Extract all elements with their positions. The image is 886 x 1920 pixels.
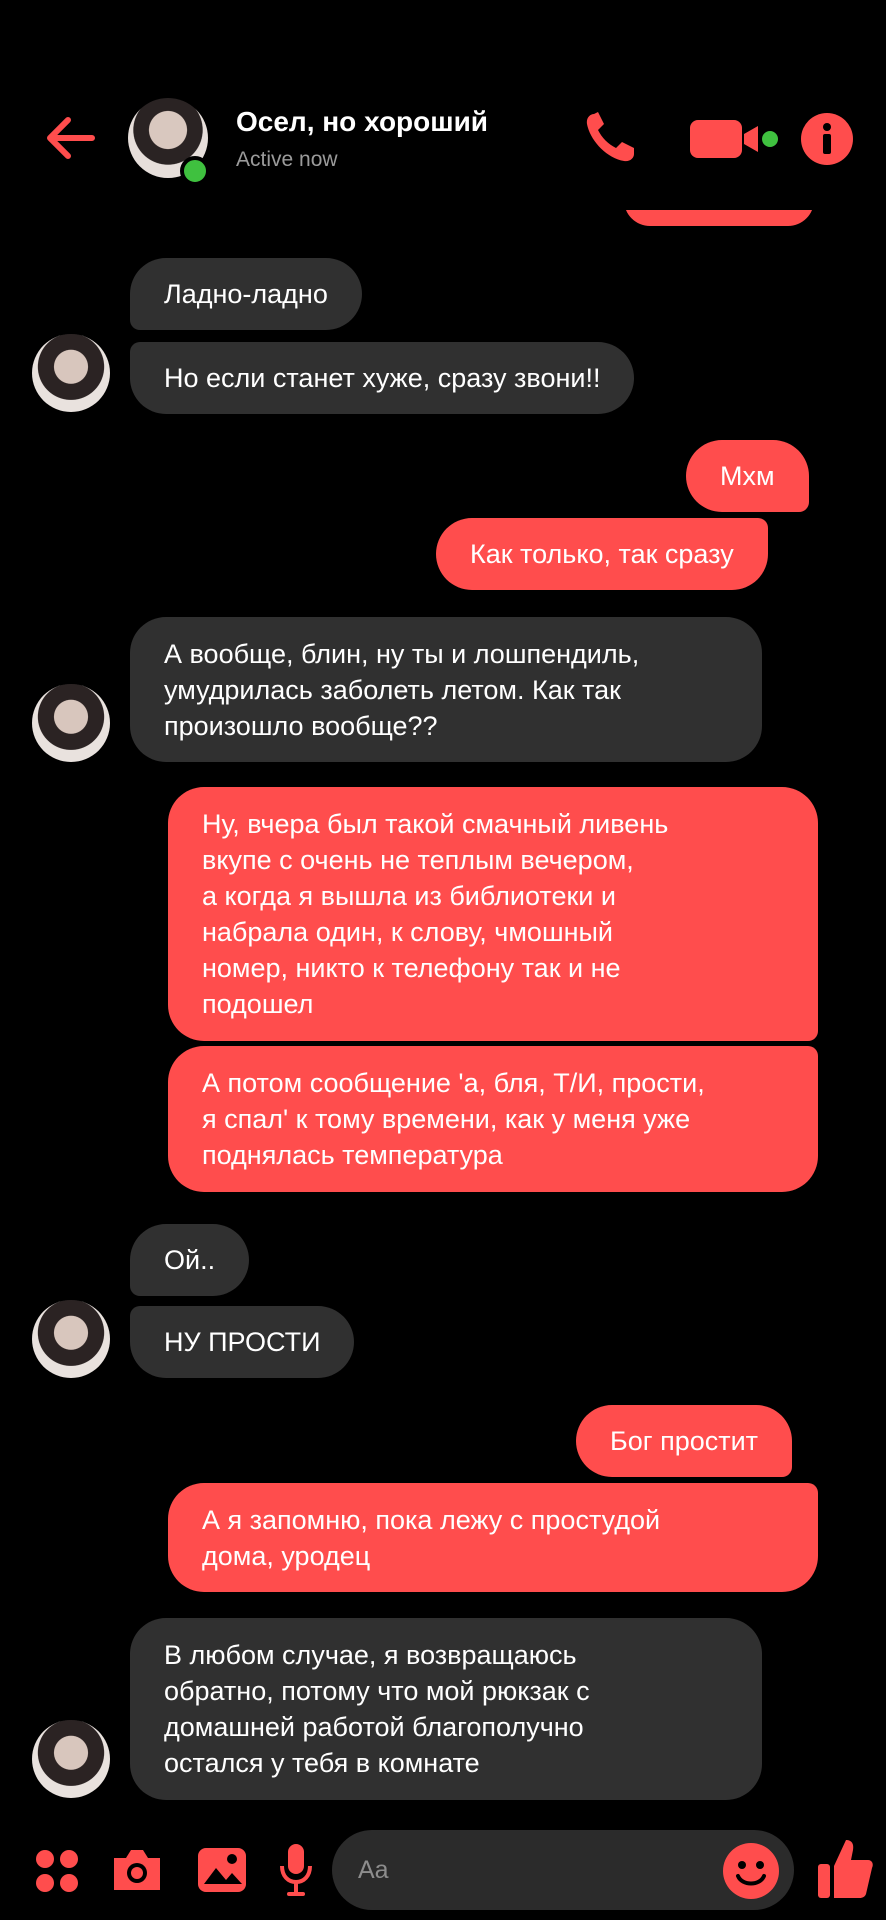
message-outgoing[interactable]: А потом сообщение 'а, бля, Т/И, прости, … bbox=[168, 1046, 818, 1192]
message-outgoing[interactable]: Как только, так сразу bbox=[436, 518, 768, 590]
message-incoming[interactable]: В любом случае, я возвращаюсь обратно, п… bbox=[130, 1618, 762, 1800]
info-icon[interactable] bbox=[800, 112, 854, 166]
like-icon[interactable] bbox=[816, 1836, 874, 1902]
message-outgoing[interactable]: А я запомню, пока лежу с простудой дома,… bbox=[168, 1483, 818, 1592]
video-call-icon[interactable] bbox=[688, 116, 780, 162]
message-incoming[interactable]: Ой.. bbox=[130, 1224, 250, 1296]
camera-icon[interactable] bbox=[110, 1846, 164, 1894]
contact-status: Active now bbox=[236, 148, 338, 171]
back-arrow-icon[interactable] bbox=[40, 110, 100, 170]
message-incoming[interactable]: А вообще, блин, ну ты и лошпендиль, умуд… bbox=[130, 617, 762, 762]
chat-header: Осел, но хороший Active now bbox=[0, 0, 886, 210]
message-input-placeholder: Aa bbox=[358, 1856, 389, 1884]
contact-avatar-small[interactable] bbox=[32, 334, 110, 412]
contact-name[interactable]: Осел, но хороший bbox=[236, 106, 488, 138]
contact-avatar-small[interactable] bbox=[32, 1720, 110, 1798]
apps-icon[interactable] bbox=[34, 1848, 80, 1894]
gallery-icon[interactable] bbox=[196, 1846, 248, 1894]
message-outgoing[interactable]: Бог простит bbox=[576, 1405, 793, 1477]
message-incoming[interactable]: Ладно-ладно bbox=[130, 258, 362, 330]
online-indicator bbox=[180, 156, 210, 186]
contact-avatar-small[interactable] bbox=[32, 684, 110, 762]
phone-icon[interactable] bbox=[580, 108, 640, 168]
emoji-icon[interactable] bbox=[722, 1842, 780, 1900]
message-outgoing[interactable]: Ну, вчера был такой смачный ливень вкупе… bbox=[168, 787, 818, 1041]
message-outgoing[interactable]: Мхм bbox=[686, 440, 809, 512]
message-incoming[interactable]: Но если станет хуже, сразу звони!! bbox=[130, 342, 635, 414]
contact-avatar-small[interactable] bbox=[32, 1300, 110, 1378]
microphone-icon[interactable] bbox=[278, 1842, 314, 1898]
message-incoming[interactable]: НУ ПРОСТИ bbox=[130, 1306, 355, 1378]
